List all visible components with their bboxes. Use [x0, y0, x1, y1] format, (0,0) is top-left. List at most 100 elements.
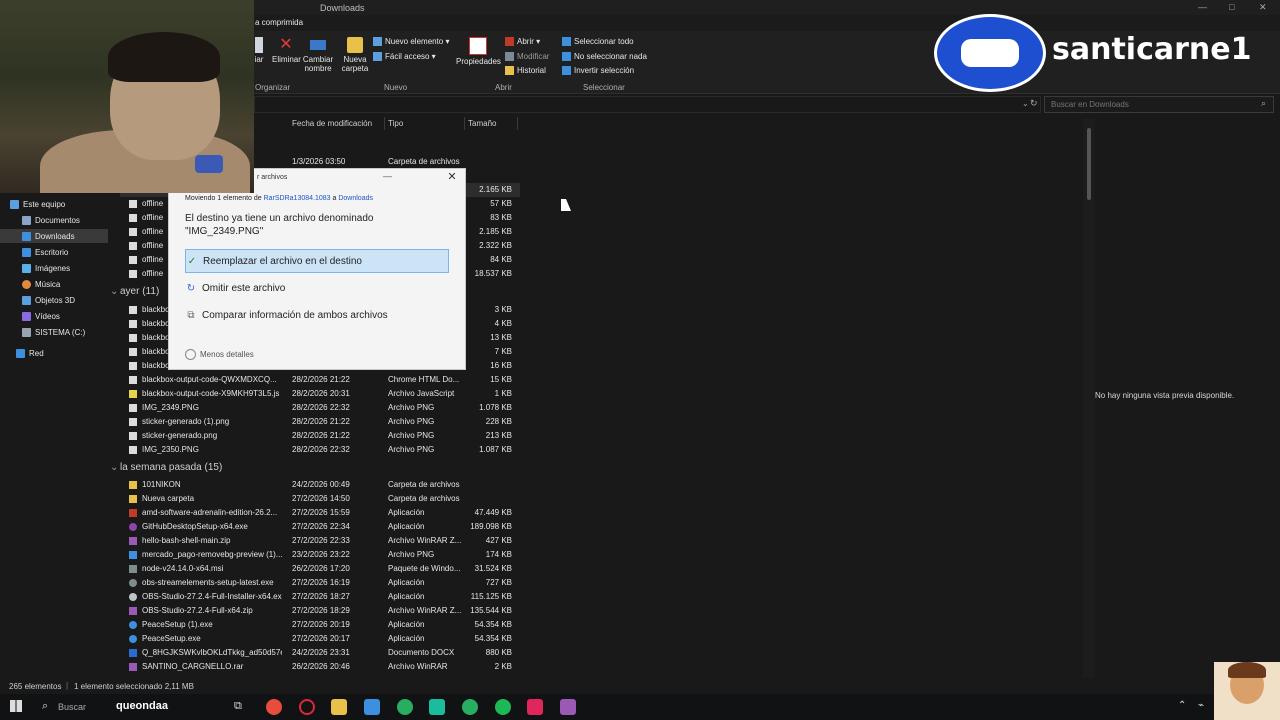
select-all-button[interactable]: Seleccionar todo [562, 37, 634, 46]
destination-link[interactable]: Downloads [338, 195, 373, 202]
list-item[interactable]: obs-streamelements-setup-latest.exe 27/2/… [120, 576, 520, 590]
group-label-nuevo: Nuevo [384, 83, 408, 92]
nav-item-imagenes[interactable]: Imágenes [22, 261, 108, 275]
network-icon[interactable]: ⌁ [1198, 700, 1204, 711]
column-header-date[interactable]: Fecha de modificación [292, 119, 372, 128]
source-link[interactable]: RarSDRa13084.1083 [264, 195, 331, 202]
column-header-size[interactable]: Tamaño [468, 119, 496, 128]
list-item[interactable]: SANTINO_CARGNELLO.rar 26/2/2026 20:46 Arch… [120, 660, 520, 674]
open-button[interactable]: Abrir ▾ [505, 37, 540, 46]
file-date: 27/2/2026 22:34 [292, 522, 350, 531]
file-explorer-icon[interactable] [331, 699, 347, 715]
new-folder-button[interactable]: Nueva carpeta [340, 37, 370, 73]
chevron-up-icon[interactable]: ⌃ [1178, 700, 1186, 711]
nav-item-sistema[interactable]: SISTEMA (C:) [22, 325, 108, 339]
list-item[interactable]: OBS-Studio-27.2.4-Full-Installer-x64.exe… [120, 590, 520, 604]
list-item[interactable]: blackbox-output-code-QWXMDXCQ... 28/2/202… [120, 373, 520, 387]
vertical-scrollbar[interactable] [1083, 118, 1095, 678]
properties-button[interactable]: Propiedades [456, 37, 501, 66]
app-icon[interactable] [429, 699, 445, 715]
chrome-icon[interactable] [397, 699, 413, 715]
file-name: 101NIKON [142, 480, 181, 489]
column-divider[interactable] [517, 117, 518, 130]
nav-item-documentos[interactable]: Documentos [22, 213, 108, 227]
taskbar-search[interactable]: ⌕ Buscar queondaa [38, 698, 188, 716]
copilot-icon[interactable] [364, 699, 380, 715]
invert-selection-button[interactable]: Invertir selección [562, 66, 634, 75]
rename-button[interactable]: Cambiar nombre [302, 37, 334, 73]
search-box[interactable]: ⌕ [1044, 96, 1274, 113]
skip-option[interactable]: ↻ Omitir este archivo [185, 277, 447, 299]
select-none-button[interactable]: No seleccionar nada [562, 52, 647, 61]
scrollbar-thumb[interactable] [1087, 128, 1091, 200]
search-input[interactable] [1049, 99, 1253, 110]
list-item[interactable]: hello-bash-shell-main.zip 27/2/2026 22:33… [120, 534, 520, 548]
file-size: 1 KB [494, 389, 512, 398]
list-item[interactable]: GitHubDesktopSetup-x64.exe 27/2/2026 22:3… [120, 520, 520, 534]
nav-item-musica[interactable]: Música [22, 277, 108, 291]
file-date: 27/2/2026 18:27 [292, 592, 350, 601]
list-item[interactable]: node-v24.14.0-x64.msi 26/2/2026 17:20 Paqu… [120, 562, 520, 576]
column-divider[interactable] [384, 117, 385, 130]
list-item[interactable]: sticker-generado.png 28/2/2026 21:22 Archi… [120, 429, 520, 443]
file-icon [129, 214, 137, 222]
opera-icon[interactable] [299, 699, 315, 715]
list-item[interactable]: PeaceSetup.exe 27/2/2026 20:17 Aplicación 5… [120, 632, 520, 646]
delete-button[interactable]: ✕ Eliminar [272, 37, 301, 65]
chrome-icon[interactable] [462, 699, 478, 715]
list-item[interactable]: amd-software-adrenalin-edition-26.2... 27… [120, 506, 520, 520]
nav-item-este-equipo[interactable]: Este equipo [10, 197, 108, 211]
windows-start-icon[interactable] [10, 700, 22, 712]
file-name: IMG_2350.PNG [142, 445, 199, 454]
column-header-type[interactable]: Tipo [388, 119, 403, 128]
file-size: 135.544 KB [470, 606, 512, 615]
list-item[interactable]: PeaceSetup (1).exe 27/2/2026 20:19 Aplicac… [120, 618, 520, 632]
list-item[interactable]: IMG_2349.PNG 28/2/2026 22:32 Archivo PNG 1.… [120, 401, 520, 415]
dialog-minimize-icon[interactable]: — [383, 171, 392, 181]
open-label: Abrir ▾ [517, 37, 541, 46]
task-view-icon[interactable]: ⧉ [234, 700, 242, 713]
new-item-button[interactable]: Nuevo elemento ▾ [373, 37, 450, 46]
list-item[interactable]: mercado_pago-removebg-preview (1)... 23/2… [120, 548, 520, 562]
nav-item-escritorio[interactable]: Escritorio [22, 245, 108, 259]
file-size: 2 KB [494, 662, 512, 671]
refresh-icon[interactable]: ↻ [1030, 98, 1038, 109]
history-button[interactable]: Historial [505, 66, 546, 75]
less-details-toggle[interactable]: Menos detalles [185, 349, 254, 360]
maximize-button[interactable]: □ [1229, 2, 1234, 12]
spotify-icon[interactable] [495, 699, 511, 715]
column-divider[interactable] [464, 117, 465, 130]
mouse-cursor-icon [561, 199, 571, 211]
dialog-close-button[interactable]: ✕ [445, 170, 459, 184]
list-item[interactable]: OBS-Studio-27.2.4-Full-x64.zip 27/2/2026 … [120, 604, 520, 618]
winrar-icon[interactable] [560, 699, 576, 715]
group-header-semana-pasada[interactable]: ⌄ la semana pasada (15) [110, 462, 222, 473]
tiktok-icon[interactable] [527, 699, 543, 715]
ribbon-tab[interactable]: a comprimida [255, 18, 303, 27]
list-item[interactable]: sticker-generado (1).png 28/2/2026 21:22 A… [120, 415, 520, 429]
nav-item-red[interactable]: Red [16, 346, 108, 360]
cut-button[interactable]: iar [252, 37, 266, 64]
folder-icon [129, 481, 137, 489]
nav-label: Objetos 3D [35, 295, 76, 305]
chrome-icon[interactable] [266, 699, 282, 715]
chevron-down-icon[interactable]: ⌄ [1022, 99, 1029, 108]
easy-access-button[interactable]: Fácil acceso ▾ [373, 52, 436, 61]
image-file-icon [129, 404, 137, 412]
compare-option[interactable]: ⧉ Comparar información de ambos archivos [185, 304, 447, 326]
list-item[interactable]: 101NIKON 24/2/2026 00:49 Carpeta de archiv… [120, 478, 520, 492]
list-item[interactable]: IMG_2350.PNG 28/2/2026 22:32 Archivo PNG 1.… [120, 443, 520, 457]
group-header-ayer[interactable]: ⌄ ayer (11) [110, 286, 159, 297]
nav-label: Este equipo [23, 199, 66, 209]
replace-option[interactable]: ✓ Reemplazar el archivo en el destino [185, 249, 449, 273]
nav-item-objetos-3d[interactable]: Objetos 3D [22, 293, 108, 307]
streamer-name: santicarne1 [1052, 32, 1252, 67]
edit-button[interactable]: Modificar [505, 52, 549, 61]
list-item[interactable]: blackbox-output-code-X9MKH9T3L5.js 28/2/2… [120, 387, 520, 401]
nav-item-downloads[interactable]: Downloads [0, 229, 108, 243]
minimize-button[interactable]: — [1198, 2, 1207, 12]
list-item[interactable]: Q_8HGJKSWKvlbOKLdTkkg_ad50d57e... 24/2/20… [120, 646, 520, 660]
address-bar[interactable]: ⌄ ↻ [254, 96, 1041, 113]
nav-item-videos[interactable]: Vídeos [22, 309, 108, 323]
list-item[interactable]: Nueva carpeta 27/2/2026 14:50 Carpeta de a… [120, 492, 520, 506]
